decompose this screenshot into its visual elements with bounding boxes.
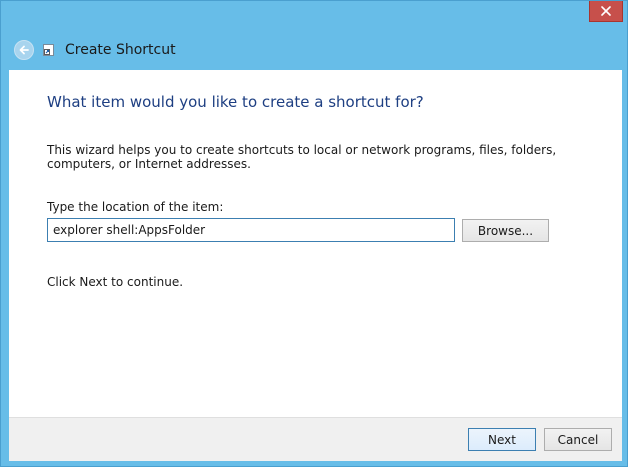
- create-shortcut-window: Create Shortcut What item would you like…: [0, 0, 628, 467]
- shortcut-icon: [43, 44, 54, 56]
- next-button[interactable]: Next: [468, 428, 536, 451]
- cancel-button[interactable]: Cancel: [544, 428, 612, 451]
- wizard-title: Create Shortcut: [65, 42, 176, 58]
- location-input[interactable]: [47, 218, 455, 242]
- wizard-content: What item would you like to create a sho…: [9, 70, 622, 417]
- close-button[interactable]: [589, 1, 623, 22]
- page-heading: What item would you like to create a sho…: [47, 93, 424, 111]
- wizard-header: Create Shortcut: [1, 31, 627, 69]
- back-button[interactable]: [14, 40, 34, 60]
- back-arrow-icon: [19, 45, 29, 55]
- location-label: Type the location of the item:: [47, 200, 224, 214]
- close-icon: [601, 6, 611, 16]
- wizard-description: This wizard helps you to create shortcut…: [47, 143, 557, 171]
- wizard-footer: Next Cancel: [9, 417, 622, 461]
- continue-hint: Click Next to continue.: [47, 275, 184, 289]
- browse-button[interactable]: Browse...: [462, 219, 549, 242]
- title-bar[interactable]: [1, 1, 627, 31]
